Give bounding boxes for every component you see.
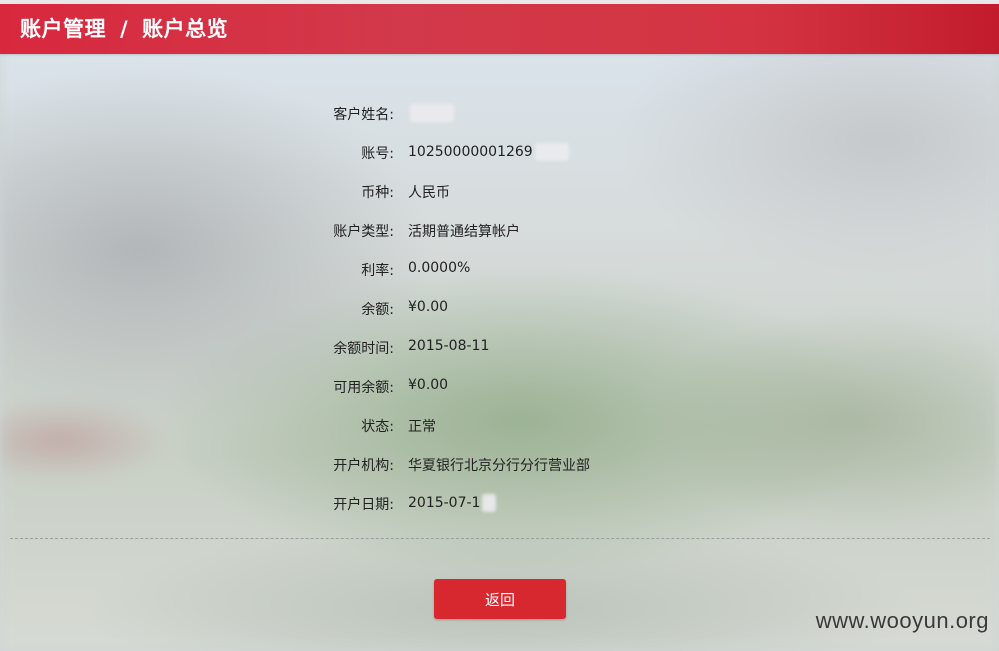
field-label: 利率: [361, 263, 394, 279]
redaction-mask [534, 143, 569, 161]
page-header: 账户管理 / 账户总览 [0, 4, 999, 54]
account-overview-page: 账户管理 / 账户总览 客户姓名: 账号: 10250000001269 币种: 人… [0, 0, 999, 651]
field-label: 状态: [361, 419, 394, 435]
field-label: 客户姓名: [333, 107, 394, 123]
field-account-type: 账户类型: 活期普通结算帐户 [0, 217, 999, 256]
field-status: 状态: 正常 [0, 412, 999, 451]
breadcrumb-section[interactable]: 账户管理 [20, 17, 106, 41]
breadcrumb-current: 账户总览 [142, 17, 229, 41]
field-interest-rate: 利率: 0.0000% [0, 256, 999, 295]
field-opening-branch: 开户机构: 华夏银行北京分行分行营业部 [0, 451, 999, 490]
field-value: 人民币 [408, 185, 450, 201]
dashed-divider [10, 538, 990, 539]
field-label: 开户日期: [333, 497, 394, 513]
field-balance: 余额: ¥0.00 [0, 295, 999, 334]
field-label: 余额时间: [333, 341, 394, 357]
field-value: ¥0.00 [408, 299, 449, 315]
field-label: 账户类型: [333, 224, 394, 240]
field-value: 华夏银行北京分行分行营业部 [408, 458, 590, 474]
watermark: www.wooyun.org [815, 608, 989, 633]
field-label: 余额: [361, 302, 394, 318]
field-label: 币种: [361, 185, 394, 201]
field-value: 10250000001269 [408, 143, 569, 161]
redaction-mask [482, 494, 497, 512]
field-value: 2015-08-11 [408, 338, 490, 354]
field-currency: 币种: 人民币 [0, 178, 999, 217]
breadcrumb: 账户管理 / 账户总览 [20, 4, 228, 54]
field-value: 0.0000% [408, 260, 471, 276]
account-info: 客户姓名: 账号: 10250000001269 币种: 人民币 账户类型: 活… [0, 100, 999, 529]
field-label: 可用余额: [333, 380, 394, 396]
field-account-number: 账号: 10250000001269 [0, 139, 999, 178]
back-button[interactable]: 返回 [434, 579, 566, 619]
breadcrumb-separator: / [120, 17, 129, 41]
field-customer-name: 客户姓名: [0, 100, 999, 139]
field-label: 账号: [361, 146, 394, 162]
field-available-balance: 可用余额: ¥0.00 [0, 373, 999, 412]
field-value: 活期普通结算帐户 [408, 224, 520, 240]
field-value: 正常 [408, 419, 436, 435]
field-value [408, 104, 454, 122]
redaction-mask [410, 104, 454, 122]
field-value: 2015-07-1 [408, 494, 497, 512]
field-label: 开户机构: [333, 458, 394, 474]
field-opening-date: 开户日期: 2015-07-1 [0, 490, 999, 529]
field-balance-time: 余额时间: 2015-08-11 [0, 334, 999, 373]
field-value: ¥0.00 [408, 377, 449, 393]
